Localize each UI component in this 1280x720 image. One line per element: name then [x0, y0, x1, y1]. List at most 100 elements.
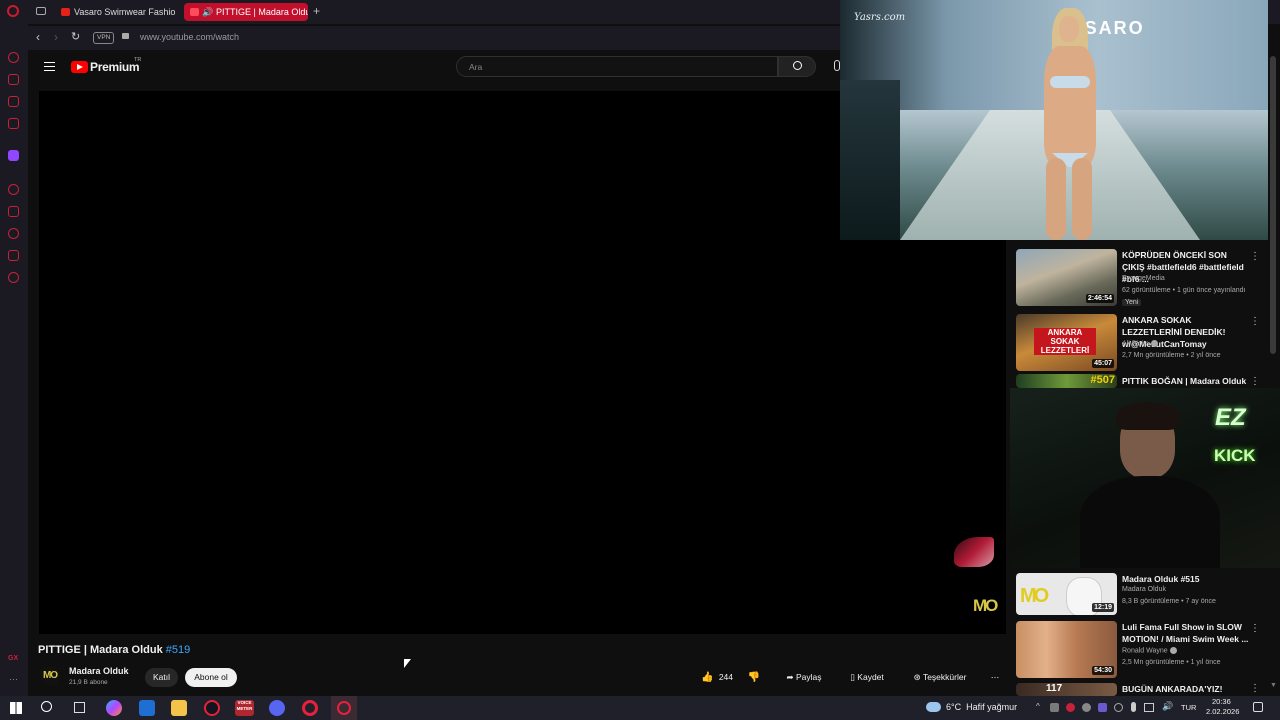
rec-menu-icon[interactable]: ⋮ [1250, 376, 1260, 387]
windows-start-icon[interactable] [10, 702, 22, 714]
save-button[interactable]: ▯ Kaydet [842, 668, 892, 687]
history-icon[interactable] [8, 184, 19, 195]
forward-icon[interactable]: › [54, 30, 58, 44]
tab-title: Vasaro Swimwear Fashion [74, 7, 176, 17]
notification-icon[interactable] [1253, 702, 1263, 712]
tab-pittige[interactable]: 🔊 PITTIGE | Madara Olduk [184, 3, 308, 21]
lock-icon[interactable] [122, 33, 129, 39]
recommendation-item[interactable]: 117 BUGÜN ANKARADA'YIZ! ⋮ [1016, 683, 1276, 696]
recommendation-item[interactable]: 54:30 Luli Fama Full Show in SLOW MOTION… [1016, 621, 1276, 678]
duration-badge: 2:46:54 [1085, 294, 1114, 303]
video-thumbnail: ANKARA SOKAK LEZZETLERİ 45:07 [1016, 314, 1117, 371]
discord-icon[interactable] [269, 700, 285, 716]
rec-menu-icon[interactable]: ⋮ [1250, 623, 1260, 634]
microphone-icon [1131, 702, 1136, 712]
opera-logo-icon[interactable] [7, 5, 19, 17]
weather-text[interactable]: 6°C Hafif yağmur [946, 702, 1017, 712]
weather-icon[interactable] [926, 702, 941, 712]
rec-menu-icon[interactable]: ⋮ [1250, 316, 1260, 327]
logo-text: Premium [90, 60, 140, 74]
tab-vasaro[interactable]: Vasaro Swimwear Fashion [56, 3, 176, 21]
mail-icon[interactable] [139, 700, 155, 716]
mail-icon[interactable] [8, 118, 19, 129]
search-button[interactable] [778, 56, 816, 77]
copilot-icon[interactable] [106, 700, 122, 716]
rec-menu-icon[interactable]: ⋮ [1250, 251, 1260, 262]
neon-sign-bottom: KICK [1214, 446, 1256, 465]
mouse-cursor-icon [404, 659, 411, 668]
thanks-button[interactable]: ⊛ Teşekkürler [905, 668, 975, 687]
dislike-button[interactable]: 👎 [743, 668, 765, 687]
tab-title: PITTIGE | Madara Olduk [216, 7, 308, 17]
speaker-icon[interactable]: 🔊 [202, 3, 213, 21]
search-placeholder: Ara [469, 62, 483, 72]
back-icon[interactable]: ‹ [36, 30, 40, 44]
thanks-label: Teşekkürler [922, 672, 967, 682]
channel-avatar[interactable]: MO [40, 666, 60, 686]
url-field[interactable]: www.youtube.com/watch [140, 32, 239, 42]
video-title: PITTIGE | Madara Olduk #519 [38, 644, 190, 656]
bag-icon[interactable] [8, 74, 19, 85]
overlay-watermark: Yasrs.com [854, 12, 906, 23]
search-icon[interactable] [41, 701, 52, 712]
share-icon: ➦ [786, 672, 794, 682]
tray-icons[interactable]: ^ 🔊 [1036, 701, 1178, 714]
model-figure [1030, 8, 1110, 240]
clock-time[interactable]: 20:36 [1212, 697, 1231, 706]
reload-icon[interactable]: ↻ [71, 30, 80, 43]
hamburger-menu-icon[interactable] [44, 62, 55, 71]
subscribe-button[interactable]: Abone ol [185, 668, 237, 687]
pip-video[interactable]: Yasrs.com VASARO [840, 0, 1268, 240]
rec-meta: 2,5 Mn görüntüleme • 1 yıl önce [1122, 659, 1221, 666]
share-button[interactable]: ➦ Paylaş [778, 668, 830, 687]
model-face [1059, 16, 1079, 42]
thumb-text: 117 [1046, 683, 1063, 694]
extensions-icon[interactable] [8, 250, 19, 261]
play-triangle-icon [77, 64, 83, 70]
opera-active-icon[interactable] [331, 696, 357, 720]
model-top [1050, 76, 1090, 88]
bookmark-icon[interactable] [8, 206, 19, 217]
volume-icon: 🔊 [1162, 701, 1174, 711]
video-hashtag[interactable]: #519 [166, 644, 190, 656]
thumbs-down-icon: 👎 [747, 672, 761, 683]
file-explorer-icon[interactable] [171, 700, 187, 716]
recommendation-item[interactable]: MO 12:19 Madara Olduk #515 Madara Olduk … [1016, 573, 1276, 617]
verified-icon [1169, 647, 1177, 654]
thumbs-up-icon: 👍 [700, 672, 714, 683]
messenger-icon[interactable] [8, 96, 19, 107]
channel-name[interactable]: Madara Olduk [69, 666, 129, 676]
rec-title: BUGÜN ANKARADA'YIZ! [1122, 684, 1223, 694]
video-thumbnail: #507 [1016, 374, 1117, 388]
tab-overview-icon[interactable] [36, 7, 46, 15]
opera-gx-icon[interactable] [204, 700, 220, 716]
new-tab-button[interactable]: + [313, 4, 320, 18]
recommendation-item[interactable]: #507 PITTIK BOĞAN | Madara Olduk ⋮ [1016, 374, 1276, 388]
twitch-icon[interactable] [8, 150, 19, 161]
language-indicator[interactable]: TUR [1181, 703, 1196, 712]
more-icon[interactable]: ⋯ [9, 674, 18, 685]
rec-title: PITTIK BOĞAN | Madara Olduk [1122, 376, 1247, 386]
gx-label[interactable]: GX [8, 655, 18, 662]
rec-menu-icon[interactable]: ⋮ [1250, 683, 1260, 694]
speed-dial-icon[interactable] [8, 52, 19, 63]
settings-icon[interactable] [8, 272, 19, 283]
join-button[interactable]: Katıl [145, 668, 178, 687]
search-box[interactable]: Ara [456, 56, 778, 77]
voicemeter-icon[interactable]: VOICE METER [235, 700, 254, 716]
like-button[interactable]: 👍 244 [694, 668, 740, 687]
recommendation-item[interactable]: 2:46:54 KÖPRÜDEN ÖNCEKİ SON ÇIKIŞ #battl… [1016, 249, 1276, 309]
search-icon [793, 61, 802, 70]
more-actions-button[interactable]: ⋯ [985, 668, 1005, 687]
task-view-icon[interactable] [74, 702, 85, 713]
rec-channel: Ronald Wayne [1122, 647, 1177, 654]
page-scrollbar[interactable] [1270, 56, 1276, 354]
clock-date[interactable]: 2.02.2026 [1206, 707, 1239, 716]
rec-channel: Madara Olduk [1122, 586, 1166, 593]
recommendation-item[interactable]: ANKARA SOKAK LEZZETLERİ 45:07 ANKARA SOK… [1016, 314, 1276, 371]
vpn-badge[interactable]: VPN [93, 32, 115, 44]
clock-icon[interactable] [8, 228, 19, 239]
opera-icon[interactable] [302, 700, 318, 716]
duration-badge: 45:07 [1092, 359, 1114, 368]
tray-app-icon [1066, 703, 1075, 712]
